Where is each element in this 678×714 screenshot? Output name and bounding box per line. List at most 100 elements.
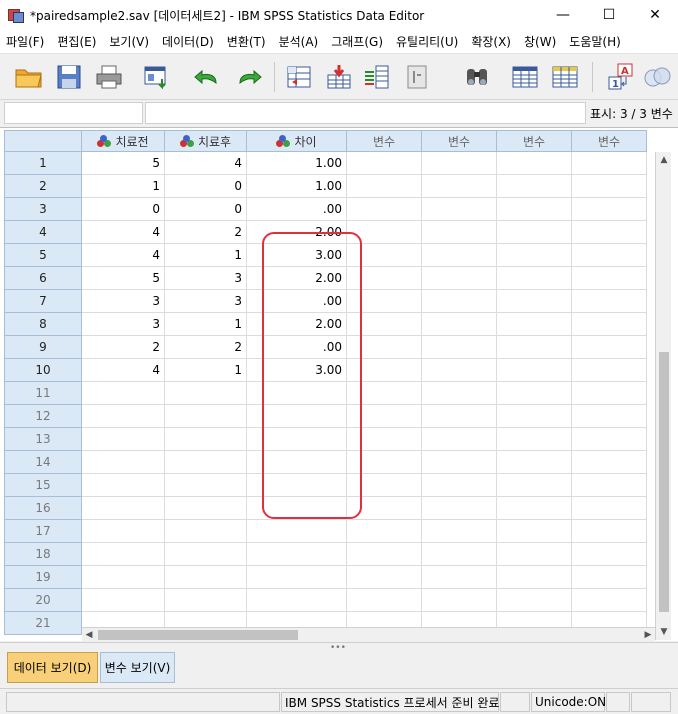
menu-data[interactable]: 데이터(D): [156, 33, 221, 50]
table-cell[interactable]: 3.00: [247, 244, 347, 267]
table-cell[interactable]: [347, 221, 422, 244]
horizontal-scrollbar[interactable]: ◀ ▶: [82, 627, 655, 641]
column-header-empty[interactable]: 변수: [572, 130, 647, 152]
table-cell[interactable]: [572, 497, 647, 520]
table-cell[interactable]: [572, 566, 647, 589]
row-header[interactable]: 20: [4, 589, 82, 612]
table-cell[interactable]: [247, 382, 347, 405]
table-cell[interactable]: [497, 520, 572, 543]
table-cell[interactable]: 4: [82, 359, 165, 382]
row-header[interactable]: 11: [4, 382, 82, 405]
row-header[interactable]: 8: [4, 313, 82, 336]
table-cell[interactable]: [572, 543, 647, 566]
menu-file[interactable]: 파일(F): [0, 33, 51, 50]
table-cell[interactable]: [422, 359, 497, 382]
vertical-scroll-thumb[interactable]: [659, 352, 669, 612]
column-header-치료후[interactable]: 치료후: [165, 130, 247, 152]
table-cell[interactable]: [165, 451, 247, 474]
open-folder-icon[interactable]: [12, 62, 46, 92]
table-cell[interactable]: [572, 520, 647, 543]
menu-window[interactable]: 창(W): [518, 33, 563, 50]
row-header[interactable]: 15: [4, 474, 82, 497]
table-cell[interactable]: [247, 520, 347, 543]
column-header-치료전[interactable]: 치료전: [82, 130, 165, 152]
table-cell[interactable]: .00: [247, 198, 347, 221]
table-cell[interactable]: [572, 382, 647, 405]
table-cell[interactable]: [347, 267, 422, 290]
table-cell[interactable]: [572, 451, 647, 474]
column-header-empty[interactable]: 변수: [347, 130, 422, 152]
table-cell[interactable]: [247, 589, 347, 612]
table-cell[interactable]: [347, 474, 422, 497]
table-cell[interactable]: [497, 589, 572, 612]
row-header[interactable]: 19: [4, 566, 82, 589]
menu-help[interactable]: 도움말(H): [563, 33, 628, 50]
table-cell[interactable]: [82, 497, 165, 520]
table-cell[interactable]: [347, 451, 422, 474]
row-header[interactable]: 14: [4, 451, 82, 474]
dialog-recall-icon[interactable]: [140, 62, 174, 92]
table-cell[interactable]: [347, 336, 422, 359]
table-cell[interactable]: [497, 359, 572, 382]
row-header[interactable]: 13: [4, 428, 82, 451]
scroll-down-arrow-icon[interactable]: ▼: [656, 624, 672, 640]
table-cell[interactable]: [422, 336, 497, 359]
table-cell[interactable]: [422, 198, 497, 221]
table-cell[interactable]: [247, 428, 347, 451]
variables-icon[interactable]: [360, 62, 394, 92]
undo-icon[interactable]: [190, 62, 224, 92]
table-cell[interactable]: [347, 497, 422, 520]
table-cell[interactable]: [82, 566, 165, 589]
scroll-right-arrow-icon[interactable]: ▶: [641, 628, 655, 642]
run-descriptives-icon[interactable]: [400, 62, 434, 92]
table-cell[interactable]: [247, 566, 347, 589]
table-cell[interactable]: 3: [165, 290, 247, 313]
table-cell[interactable]: [422, 543, 497, 566]
row-header[interactable]: 4: [4, 221, 82, 244]
row-header[interactable]: 12: [4, 405, 82, 428]
table-cell[interactable]: 2: [82, 336, 165, 359]
row-header[interactable]: 16: [4, 497, 82, 520]
table-cell[interactable]: [247, 405, 347, 428]
table-cell[interactable]: [572, 244, 647, 267]
table-cell[interactable]: [165, 520, 247, 543]
table-cell[interactable]: [347, 290, 422, 313]
table-cell[interactable]: [82, 451, 165, 474]
column-header-empty[interactable]: 변수: [422, 130, 497, 152]
insert-cases-icon[interactable]: [508, 62, 542, 92]
table-cell[interactable]: [497, 198, 572, 221]
table-cell[interactable]: [422, 474, 497, 497]
menu-view[interactable]: 보기(V): [103, 33, 156, 50]
table-cell[interactable]: [165, 589, 247, 612]
table-cell[interactable]: [572, 336, 647, 359]
row-header[interactable]: 5: [4, 244, 82, 267]
menu-extensions[interactable]: 확장(X): [465, 33, 518, 50]
table-cell[interactable]: [165, 474, 247, 497]
table-cell[interactable]: [572, 474, 647, 497]
column-header-empty[interactable]: 변수: [497, 130, 572, 152]
table-cell[interactable]: [422, 152, 497, 175]
table-cell[interactable]: 0: [82, 198, 165, 221]
table-cell[interactable]: [497, 543, 572, 566]
table-cell[interactable]: 0: [165, 198, 247, 221]
table-cell[interactable]: [165, 405, 247, 428]
table-cell[interactable]: [347, 589, 422, 612]
table-cell[interactable]: [572, 175, 647, 198]
table-cell[interactable]: [572, 152, 647, 175]
table-cell[interactable]: [82, 520, 165, 543]
table-cell[interactable]: [347, 198, 422, 221]
column-header-차이[interactable]: 차이: [247, 130, 347, 152]
table-cell[interactable]: 1: [82, 175, 165, 198]
table-cell[interactable]: [347, 566, 422, 589]
table-cell[interactable]: [347, 244, 422, 267]
row-header[interactable]: 2: [4, 175, 82, 198]
table-cell[interactable]: [422, 382, 497, 405]
menu-edit[interactable]: 편집(E): [51, 33, 103, 50]
table-cell[interactable]: [497, 428, 572, 451]
table-cell[interactable]: 5: [82, 152, 165, 175]
goto-variable-icon[interactable]: [322, 62, 356, 92]
table-cell[interactable]: 3.00: [247, 359, 347, 382]
table-cell[interactable]: [347, 543, 422, 566]
row-header[interactable]: 9: [4, 336, 82, 359]
table-cell[interactable]: [347, 520, 422, 543]
